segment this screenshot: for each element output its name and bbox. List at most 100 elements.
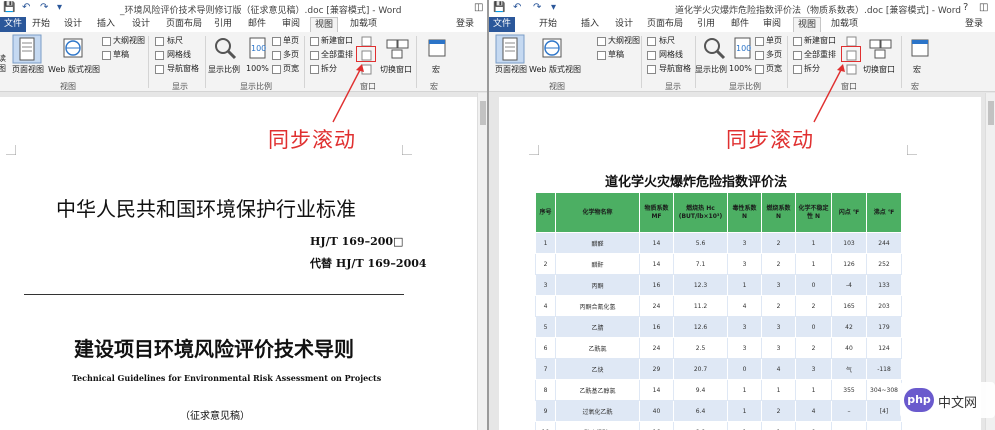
save-icon[interactable]: 💾 [493, 2, 505, 13]
macros-icon[interactable] [907, 35, 933, 61]
tab-layout[interactable]: 页面布局 [643, 17, 687, 32]
arrange-all-icon[interactable] [793, 51, 802, 60]
switch-windows-button[interactable]: 切换窗口 [863, 64, 895, 75]
document-page[interactable]: 中华人民共和国环境保护行业标准 HJ/T 169–200□ 代替 HJ/T 16… [0, 97, 480, 430]
switch-windows-button[interactable]: 切换窗口 [380, 64, 412, 75]
new-window-icon[interactable] [310, 37, 319, 46]
undo-icon[interactable]: ↶ [22, 2, 30, 13]
new-window-icon[interactable] [793, 37, 802, 46]
zoom-100-icon[interactable]: 100 [729, 35, 755, 61]
one-page-icon[interactable] [755, 37, 764, 46]
nav-pane-checkbox[interactable] [647, 65, 656, 74]
vertical-scrollbar[interactable] [477, 93, 487, 430]
one-page-button[interactable]: 单页 [283, 36, 299, 46]
split-icon[interactable] [793, 65, 802, 74]
scrollbar-thumb[interactable] [988, 101, 994, 125]
draft-icon[interactable] [102, 51, 111, 60]
multi-page-button[interactable]: 多页 [283, 50, 299, 60]
zoom-100-button[interactable]: 100% [729, 64, 752, 73]
tab-insert[interactable]: 插入 [93, 17, 119, 32]
new-window-button[interactable]: 新建窗口 [321, 36, 353, 46]
sign-in-link[interactable]: 登录 [452, 17, 478, 32]
save-icon[interactable]: 💾 [3, 2, 15, 13]
tab-view[interactable]: 视图 [310, 17, 339, 32]
zoom-button[interactable]: 显示比例 [695, 64, 727, 75]
tab-home[interactable]: 开始 [28, 17, 54, 32]
redo-icon[interactable]: ↷ [40, 2, 48, 13]
gridlines-checkbox[interactable] [155, 51, 164, 60]
scrollbar-thumb[interactable] [480, 101, 486, 125]
tab-view[interactable]: 视图 [793, 17, 822, 32]
tab-review[interactable]: 审阅 [759, 17, 785, 32]
web-layout-icon[interactable] [539, 35, 565, 61]
tab-file[interactable]: 文件 [489, 17, 516, 32]
draft-button[interactable]: 草稿 [113, 50, 129, 60]
web-layout-button[interactable]: Web 版式视图 [48, 64, 100, 75]
tab-insert[interactable]: 插入 [577, 17, 603, 32]
nav-pane-checkbox[interactable] [155, 65, 164, 74]
zoom-magnifier-icon[interactable] [701, 35, 727, 61]
tab-mailings[interactable]: 邮件 [244, 17, 270, 32]
tab-design-2[interactable]: 设计 [128, 17, 154, 32]
zoom-magnifier-icon[interactable] [212, 35, 238, 61]
draft-button[interactable]: 草稿 [608, 50, 624, 60]
vertical-scrollbar[interactable] [985, 93, 995, 430]
switch-windows-icon[interactable] [867, 35, 893, 61]
zoom-100-button[interactable]: 100% [246, 64, 269, 73]
tab-design[interactable]: 设计 [611, 17, 637, 32]
zoom-100-icon[interactable]: 100 [244, 35, 270, 61]
ruler-checkbox[interactable] [647, 37, 656, 46]
arrange-all-button[interactable]: 全部重排 [804, 50, 836, 60]
multi-page-icon[interactable] [272, 51, 281, 60]
page-width-button[interactable]: 页宽 [766, 64, 782, 74]
ruler-checkbox[interactable] [155, 37, 164, 46]
help-icon[interactable]: ? [963, 2, 968, 13]
macros-button[interactable]: 宏 [913, 64, 921, 75]
multi-page-icon[interactable] [755, 51, 764, 60]
tab-addins[interactable]: 加载项 [827, 17, 862, 32]
draft-icon[interactable] [597, 51, 606, 60]
undo-icon[interactable]: ↶ [513, 2, 521, 13]
tab-design[interactable]: 设计 [60, 17, 86, 32]
customize-qat-icon[interactable]: ▾ [57, 2, 62, 13]
multi-page-button[interactable]: 多页 [766, 50, 782, 60]
tab-review[interactable]: 审阅 [278, 17, 304, 32]
switch-windows-icon[interactable] [384, 35, 410, 61]
read-mode-label[interactable]: 读 图 [0, 54, 8, 74]
tab-layout[interactable]: 页面布局 [162, 17, 206, 32]
macros-icon[interactable] [424, 35, 450, 61]
outline-button[interactable]: 大纲视图 [113, 36, 145, 46]
tab-references[interactable]: 引用 [210, 17, 236, 32]
one-page-icon[interactable] [272, 37, 281, 46]
arrange-all-button[interactable]: 全部重排 [321, 50, 353, 60]
page-view-icon[interactable] [495, 34, 525, 64]
page-view-button[interactable]: 页面视图 [495, 64, 527, 75]
arrange-all-icon[interactable] [310, 51, 319, 60]
one-page-button[interactable]: 单页 [766, 36, 782, 46]
ribbon-display-icon[interactable]: ◫ [474, 2, 483, 13]
page-width-button[interactable]: 页宽 [283, 64, 299, 74]
tab-references[interactable]: 引用 [693, 17, 719, 32]
tab-mailings[interactable]: 邮件 [727, 17, 753, 32]
tab-home[interactable]: 开始 [535, 17, 561, 32]
page-view-icon[interactable] [12, 34, 42, 64]
new-window-button[interactable]: 新建窗口 [804, 36, 836, 46]
outline-icon[interactable] [102, 37, 111, 46]
customize-qat-icon[interactable]: ▾ [551, 2, 556, 13]
zoom-button[interactable]: 显示比例 [208, 64, 240, 75]
tab-addins[interactable]: 加载项 [346, 17, 381, 32]
page-width-icon[interactable] [272, 65, 281, 74]
redo-icon[interactable]: ↷ [533, 2, 541, 13]
macros-button[interactable]: 宏 [432, 64, 440, 75]
page-width-icon[interactable] [755, 65, 764, 74]
split-icon[interactable] [310, 65, 319, 74]
ribbon-display-icon[interactable]: ◫ [979, 2, 988, 13]
outline-icon[interactable] [597, 37, 606, 46]
web-layout-icon[interactable] [60, 35, 86, 61]
web-layout-button[interactable]: Web 版式视图 [529, 64, 581, 75]
tab-file[interactable]: 文件 [0, 17, 27, 32]
sign-in-link[interactable]: 登录 [961, 17, 987, 32]
outline-button[interactable]: 大纲视图 [608, 36, 640, 46]
gridlines-checkbox[interactable] [647, 51, 656, 60]
page-view-button[interactable]: 页面视图 [12, 64, 44, 75]
